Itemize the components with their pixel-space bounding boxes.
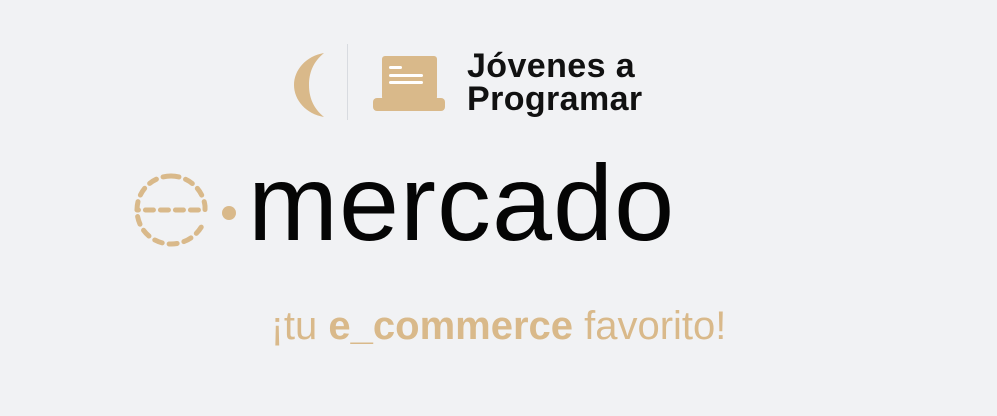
tagline: ¡tu e_commerce favorito! xyxy=(0,302,997,350)
brand-logo: Jóvenes a Programar xyxy=(289,44,709,122)
tagline-prefix: ¡tu xyxy=(270,304,329,348)
laptop-icon xyxy=(373,56,445,111)
logo-divider xyxy=(347,44,348,120)
brand-name-line-1: Jóvenes a xyxy=(467,47,636,85)
e-mercado-logo: mercado xyxy=(133,142,863,266)
brand-name: Jóvenes a Programar xyxy=(467,47,643,118)
tagline-emphasis: e_commerce xyxy=(328,304,573,348)
separator-dot xyxy=(222,206,236,220)
brand-name-line-2: Programar xyxy=(467,80,643,118)
dashed-e-icon xyxy=(134,173,208,247)
crescent-moon-icon xyxy=(294,53,324,117)
mercado-word: mercado xyxy=(248,142,676,263)
tagline-suffix: favorito! xyxy=(573,304,727,348)
